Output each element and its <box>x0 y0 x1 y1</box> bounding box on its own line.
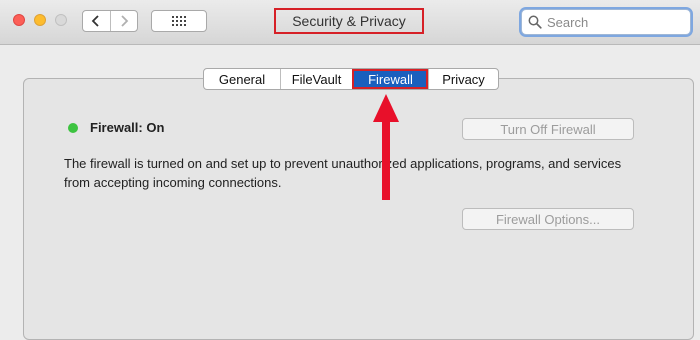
grid-icon <box>172 16 186 26</box>
back-button[interactable] <box>83 11 110 31</box>
firewall-status-indicator <box>68 123 78 133</box>
search-field[interactable] <box>521 9 691 35</box>
firewall-status-label: Firewall: On <box>90 120 165 135</box>
tab-bar: General FileVault Firewall Privacy <box>203 68 499 90</box>
show-all-button[interactable] <box>151 10 207 32</box>
tab-filevault[interactable]: FileVault <box>280 69 352 89</box>
tab-firewall[interactable]: Firewall <box>352 69 428 89</box>
red-arrow-annotation <box>373 94 399 200</box>
minimize-window-button[interactable] <box>34 14 46 26</box>
search-icon <box>528 15 542 29</box>
chevron-left-icon <box>91 15 99 27</box>
tab-general[interactable]: General <box>204 69 280 89</box>
title-bar: Security & Privacy <box>0 0 700 45</box>
arrow-head <box>373 94 399 122</box>
tab-privacy[interactable]: Privacy <box>428 69 498 89</box>
arrow-shaft <box>382 118 390 200</box>
close-window-button[interactable] <box>13 14 25 26</box>
turn-off-firewall-button[interactable]: Turn Off Firewall <box>462 118 634 140</box>
window-title: Security & Privacy <box>274 8 424 34</box>
navigation-buttons <box>82 10 138 32</box>
firewall-description: The firewall is turned on and set up to … <box>64 156 622 190</box>
forward-button[interactable] <box>109 11 138 31</box>
zoom-window-button[interactable] <box>55 14 67 26</box>
search-input[interactable] <box>547 14 677 30</box>
firewall-options-button[interactable]: Firewall Options... <box>462 208 634 230</box>
chevron-right-icon <box>121 15 129 27</box>
